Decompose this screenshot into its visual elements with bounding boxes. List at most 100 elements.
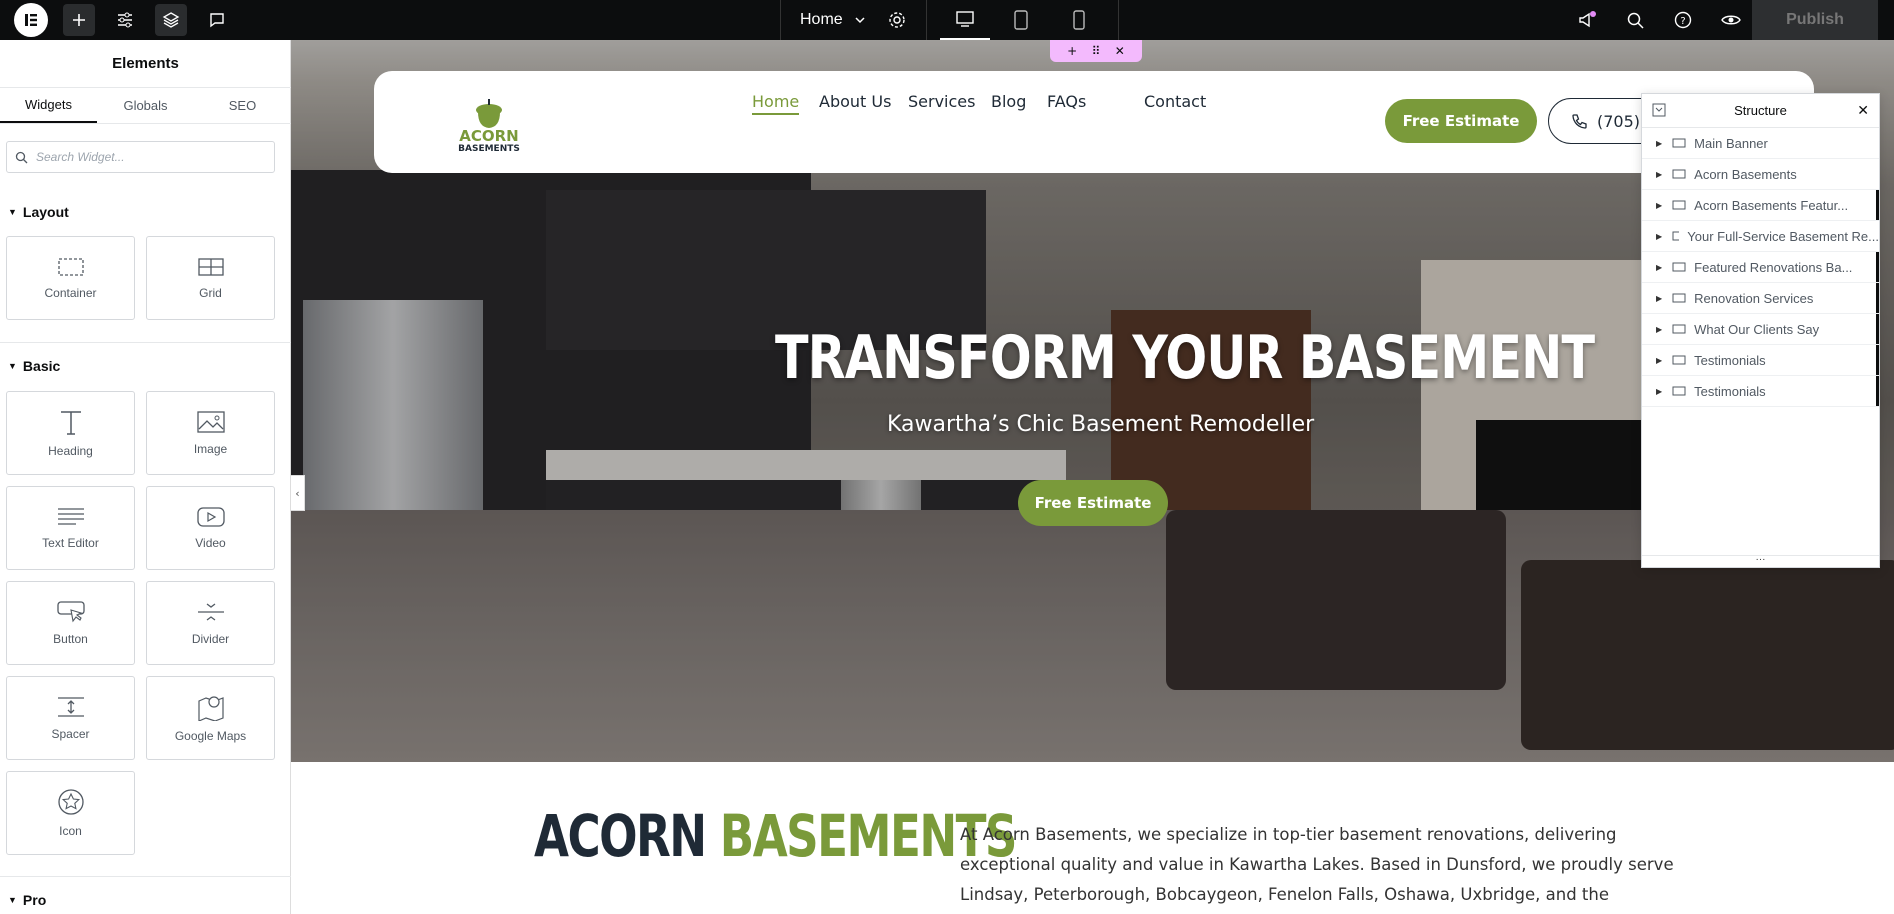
scroll-indicator <box>1876 190 1879 220</box>
caret-right-icon[interactable]: ▶ <box>1656 325 1662 334</box>
editor-topbar: Home ? Publish <box>0 0 1894 40</box>
desktop-view-button[interactable] <box>940 0 990 40</box>
widget-container[interactable]: Container <box>6 236 135 320</box>
caret-right-icon[interactable]: ▶ <box>1656 139 1662 148</box>
structure-item[interactable]: ▶ Main Banner <box>1642 128 1879 159</box>
widget-label: Container <box>44 286 97 300</box>
close-icon[interactable]: ✕ <box>1115 44 1125 58</box>
section-basic-header[interactable]: ▼ Basic <box>8 358 60 374</box>
mobile-view-button[interactable] <box>1054 0 1104 40</box>
section-pro-header[interactable]: ▼ Pro <box>8 892 46 908</box>
search-icon <box>15 151 28 163</box>
search-button[interactable] <box>1620 0 1650 40</box>
hero-subtitle: Kawartha’s Chic Basement Remodeller <box>887 412 1315 437</box>
drag-handle-icon[interactable]: ⠿ <box>1092 44 1101 58</box>
container-icon <box>1672 231 1680 241</box>
collapse-panel-button[interactable]: ‹ <box>291 475 305 511</box>
structure-item[interactable]: ▶ What Our Clients Say <box>1642 314 1879 345</box>
add-element-button[interactable] <box>62 0 96 40</box>
structure-header[interactable]: Structure ✕ <box>1642 94 1879 128</box>
resize-handle[interactable]: ··· <box>1642 555 1879 567</box>
publish-button[interactable]: Publish <box>1752 0 1878 40</box>
grid-icon <box>197 258 224 276</box>
acorn-icon <box>476 99 502 128</box>
widget-heading[interactable]: Heading <box>6 391 135 475</box>
about-heading-word-1: ACORN <box>534 802 707 870</box>
nav-faqs[interactable]: FAQs <box>1047 92 1086 111</box>
widget-video[interactable]: Video <box>146 486 275 570</box>
widget-text-editor[interactable]: Text Editor <box>6 486 135 570</box>
site-settings-button[interactable] <box>108 0 142 40</box>
section-label: Basic <box>22 358 61 374</box>
desktop-icon <box>956 11 974 27</box>
site-logo[interactable]: ACORN BASEMENTS <box>456 88 522 154</box>
divider <box>780 0 781 40</box>
widget-grid[interactable]: Grid <box>146 236 275 320</box>
nav-home[interactable]: Home <box>752 92 800 115</box>
help-button[interactable]: ? <box>1668 0 1698 40</box>
caret-right-icon[interactable]: ▶ <box>1656 170 1662 179</box>
widget-label: Text Editor <box>42 536 99 550</box>
scroll-indicator <box>1876 283 1879 313</box>
nav-services[interactable]: Services <box>908 92 975 111</box>
plus-icon <box>73 14 85 26</box>
widget-icon[interactable]: Icon <box>6 771 135 855</box>
widget-button[interactable]: Button <box>6 581 135 665</box>
collapse-icon[interactable] <box>1652 103 1666 120</box>
structure-item[interactable]: ▶ Testimonials <box>1642 376 1879 407</box>
caret-right-icon[interactable]: ▶ <box>1656 201 1662 210</box>
caret-right-icon[interactable]: ▶ <box>1656 387 1662 396</box>
widget-google-maps[interactable]: Google Maps <box>146 676 275 760</box>
tablet-view-button[interactable] <box>996 0 1046 40</box>
container-icon <box>1672 355 1686 365</box>
nav-contact[interactable]: Contact <box>1144 92 1206 111</box>
about-heading: ACORN BASEMENTS <box>534 802 1018 870</box>
caret-right-icon[interactable]: ▶ <box>1656 356 1662 365</box>
notifications-button[interactable] <box>1572 0 1602 40</box>
widget-label: Spacer <box>51 727 90 741</box>
hero-free-estimate-button[interactable]: Free Estimate <box>1018 480 1168 526</box>
comments-button[interactable] <box>200 0 234 40</box>
widget-divider[interactable]: Divider <box>146 581 275 665</box>
svg-text:?: ? <box>1680 16 1685 27</box>
button-icon <box>56 601 85 623</box>
section-edit-handle[interactable]: + ⠿ ✕ <box>1050 40 1142 62</box>
structure-item[interactable]: ▶ Testimonials <box>1642 345 1879 376</box>
tab-widgets[interactable]: Widgets <box>0 88 97 123</box>
search-widget-input[interactable]: Search Widget... <box>6 141 275 173</box>
tab-globals[interactable]: Globals <box>97 88 194 123</box>
structure-title: Structure <box>1734 103 1787 118</box>
logo-text-bottom: BASEMENTS <box>458 144 520 154</box>
widget-image[interactable]: Image <box>146 391 275 475</box>
structure-button[interactable] <box>154 0 188 40</box>
container-icon <box>1672 386 1686 396</box>
nav-about-us[interactable]: About Us <box>819 92 891 111</box>
preview-button[interactable] <box>1716 0 1746 40</box>
divider <box>926 0 927 40</box>
structure-item[interactable]: ▶ Renovation Services <box>1642 283 1879 314</box>
section-layout-header[interactable]: ▼ Layout <box>8 204 69 220</box>
structure-item[interactable]: ▶ Featured Renovations Ba... <box>1642 252 1879 283</box>
structure-item[interactable]: ▶ Your Full-Service Basement Re... <box>1642 221 1879 252</box>
page-selector[interactable]: Home <box>800 0 867 40</box>
structure-item-label: Testimonials <box>1694 383 1766 399</box>
caret-right-icon[interactable]: ▶ <box>1656 294 1662 303</box>
nav-blog[interactable]: Blog <box>991 92 1026 111</box>
widget-spacer[interactable]: Spacer <box>6 676 135 760</box>
page-settings-button[interactable] <box>882 0 912 40</box>
plus-icon[interactable]: + <box>1067 44 1077 58</box>
close-icon[interactable]: ✕ <box>1857 102 1869 119</box>
elementor-logo[interactable] <box>14 3 48 37</box>
structure-item[interactable]: ▶ Acorn Basements Featur... <box>1642 190 1879 221</box>
about-paragraph: At Acorn Basements, we specialize in top… <box>960 825 1674 904</box>
tab-seo[interactable]: SEO <box>194 88 291 123</box>
caret-right-icon[interactable]: ▶ <box>1656 263 1662 272</box>
caret-right-icon[interactable]: ▶ <box>1656 232 1662 241</box>
structure-item[interactable]: ▶ Acorn Basements <box>1642 159 1879 190</box>
caret-down-icon: ▼ <box>8 895 17 905</box>
widget-label: Divider <box>191 632 230 646</box>
container-icon <box>1672 324 1686 334</box>
spacer-icon <box>57 697 84 717</box>
widget-label: Button <box>53 632 88 646</box>
header-free-estimate-button[interactable]: Free Estimate <box>1385 99 1537 143</box>
